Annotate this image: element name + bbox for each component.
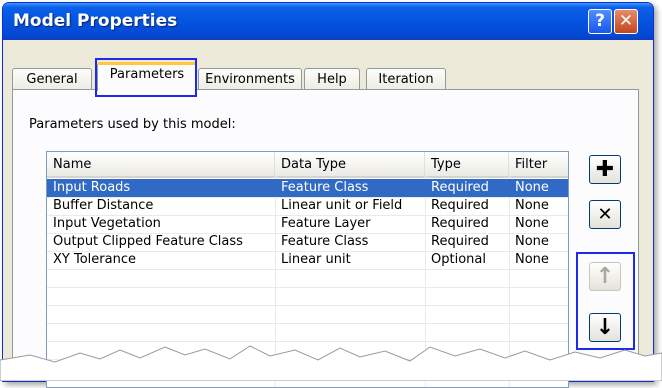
table-row[interactable]: Output Clipped Feature Class Feature Cla… — [47, 233, 568, 252]
add-parameter-button[interactable]: ✚ — [589, 155, 621, 184]
empty-row — [47, 305, 568, 324]
cell-name: Input Vegetation — [53, 216, 161, 231]
cell-data-type: Linear unit or Field — [281, 198, 403, 213]
title-bar[interactable]: Model Properties ? ✕ — [3, 3, 653, 40]
close-icon: ✕ — [618, 11, 634, 31]
cell-filter: None — [515, 216, 549, 231]
tab-environments[interactable]: Environments — [198, 68, 302, 91]
empty-row — [47, 269, 568, 288]
plus-icon: ✚ — [595, 157, 615, 182]
tab-help-label: Help — [317, 72, 347, 87]
question-mark-icon: ? — [595, 11, 605, 31]
cell-name: Input Roads — [53, 180, 131, 195]
cell-type: Required — [431, 234, 489, 249]
help-button[interactable]: ? — [588, 9, 612, 34]
tab-iteration[interactable]: Iteration — [366, 68, 446, 91]
move-buttons-highlight-box — [576, 252, 635, 350]
parameters-caption: Parameters used by this model: — [29, 117, 236, 132]
cell-type: Required — [431, 216, 489, 231]
torn-edge-decoration — [0, 345, 662, 381]
column-header-filter[interactable]: Filter — [509, 152, 568, 176]
cell-data-type: Linear unit — [281, 252, 351, 267]
column-header-name[interactable]: Name — [47, 152, 275, 176]
x-icon: ✕ — [597, 204, 613, 225]
parameters-tab-highlight-box — [95, 58, 197, 97]
cell-filter: None — [515, 252, 549, 267]
tab-environments-label: Environments — [205, 72, 295, 87]
cell-data-type: Feature Layer — [281, 216, 371, 231]
tab-general-label: General — [26, 72, 78, 87]
cell-filter: None — [515, 180, 549, 195]
column-header-data-type[interactable]: Data Type — [275, 152, 425, 176]
cell-data-type: Feature Class — [281, 234, 369, 249]
cell-data-type: Feature Class — [281, 180, 369, 195]
tab-general[interactable]: General — [12, 68, 92, 91]
cell-filter: None — [515, 234, 549, 249]
tab-iteration-label: Iteration — [378, 72, 434, 87]
cell-type: Required — [431, 198, 489, 213]
table-row[interactable]: XY Tolerance Linear unit Optional None — [47, 251, 568, 270]
cell-name: XY Tolerance — [53, 252, 136, 267]
window-title: Model Properties — [13, 11, 178, 31]
cell-type: Required — [431, 180, 489, 195]
column-header-type[interactable]: Type — [425, 152, 509, 176]
cell-type: Optional — [431, 252, 486, 267]
table-row[interactable]: Input Vegetation Feature Layer Required … — [47, 215, 568, 234]
table-row[interactable]: Input Roads Feature Class Required None — [47, 179, 568, 198]
close-button[interactable]: ✕ — [614, 9, 638, 34]
empty-row — [47, 287, 568, 306]
cell-name: Buffer Distance — [53, 198, 154, 213]
tab-help[interactable]: Help — [304, 68, 360, 91]
table-row[interactable]: Buffer Distance Linear unit or Field Req… — [47, 197, 568, 216]
cell-filter: None — [515, 198, 549, 213]
cell-name: Output Clipped Feature Class — [53, 234, 243, 249]
remove-parameter-button[interactable]: ✕ — [589, 200, 621, 229]
list-header: Name Data Type Type Filter — [47, 152, 568, 178]
